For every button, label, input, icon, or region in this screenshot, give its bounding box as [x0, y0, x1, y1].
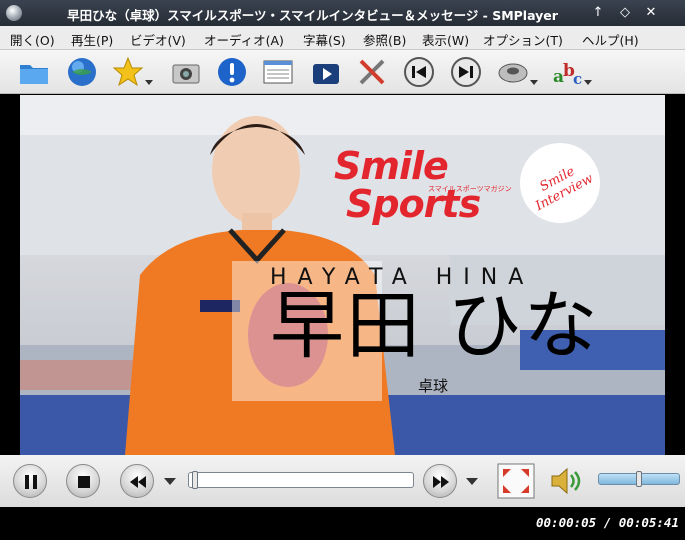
next-icon[interactable] — [450, 56, 482, 88]
video-letterbox-right — [665, 95, 685, 455]
playback-controls — [0, 455, 685, 507]
badge-text: Smile Interview — [533, 164, 596, 215]
playlist-icon[interactable] — [262, 56, 294, 88]
menu-options[interactable]: オプション(T) — [483, 30, 563, 49]
forward-dropdown-icon[interactable] — [466, 476, 478, 486]
rewind-icon — [130, 476, 146, 488]
japanese-name: 早田 ひな — [270, 283, 600, 369]
pause-icon — [25, 475, 37, 489]
seek-handle[interactable] — [192, 471, 199, 489]
smile-interview-badge: Smile Interview — [520, 143, 600, 223]
menu-view[interactable]: 表示(W) — [422, 30, 469, 49]
video-clapper-icon[interactable] — [310, 56, 342, 88]
menu-open[interactable]: 開く(O) — [10, 30, 55, 49]
forward-icon — [433, 476, 449, 488]
stop-button[interactable] — [66, 464, 100, 498]
volume-speaker-icon[interactable] — [549, 465, 585, 497]
logo-subtitle: スマイルスポーツマガジン — [428, 185, 512, 193]
audio-dropdown-icon[interactable] — [530, 78, 538, 86]
sport-label: 卓球 — [418, 377, 449, 395]
stop-icon — [78, 476, 90, 488]
video-display[interactable]: Smile Sports スマイルスポーツマガジン Smile Intervie… — [20, 95, 665, 455]
menu-play[interactable]: 再生(P) — [71, 30, 113, 49]
camera-icon[interactable] — [170, 56, 202, 88]
forward-button[interactable] — [423, 464, 457, 498]
svg-text:c: c — [573, 70, 582, 88]
favorites-star-icon[interactable] — [112, 56, 144, 88]
title-bar: 早田ひな（卓球）スマイルスポーツ・スマイルインタビュー＆メッセージ - SMPl… — [0, 0, 685, 26]
favorites-dropdown-icon[interactable] — [145, 78, 153, 86]
restore-button[interactable]: ◇ — [616, 4, 634, 22]
previous-icon[interactable] — [403, 56, 435, 88]
rewind-dropdown-icon[interactable] — [164, 476, 176, 486]
menu-browse[interactable]: 参照(B) — [363, 30, 406, 49]
globe-icon[interactable] — [66, 56, 98, 88]
minimize-button[interactable]: ↑ — [589, 4, 607, 22]
folder-icon[interactable] — [18, 56, 50, 88]
time-display: 00:00:05 / 00:05:41 — [536, 515, 679, 530]
info-icon[interactable] — [216, 56, 248, 88]
menu-bar: 開く(O) 再生(P) ビデオ(V) オーディオ(A) 字幕(S) 参照(B) … — [0, 26, 685, 50]
menu-video[interactable]: ビデオ(V) — [130, 30, 186, 49]
subtitles-dropdown-icon[interactable] — [584, 78, 592, 86]
volume-slider[interactable] — [598, 471, 680, 487]
menu-audio[interactable]: オーディオ(A) — [204, 30, 284, 49]
subtitles-abc-icon[interactable]: a b c — [552, 56, 584, 88]
pause-button[interactable] — [13, 464, 47, 498]
main-toolbar: a b c — [0, 50, 685, 94]
seek-bar[interactable] — [188, 471, 414, 489]
fullscreen-icon[interactable] — [497, 463, 535, 499]
rewind-button[interactable] — [120, 464, 154, 498]
menu-subtitles[interactable]: 字幕(S) — [303, 30, 346, 49]
window-title: 早田ひな（卓球）スマイルスポーツ・スマイルインタビュー＆メッセージ - SMPl… — [67, 8, 558, 23]
menu-help[interactable]: ヘルプ(H) — [582, 30, 639, 49]
tools-icon[interactable] — [356, 56, 388, 88]
close-button[interactable]: ✕ — [642, 4, 660, 22]
volume-handle[interactable] — [636, 471, 642, 487]
audio-disc-icon[interactable] — [497, 56, 529, 88]
status-bar: 00:00:05 / 00:05:41 — [0, 507, 685, 540]
video-letterbox-left — [0, 95, 20, 455]
